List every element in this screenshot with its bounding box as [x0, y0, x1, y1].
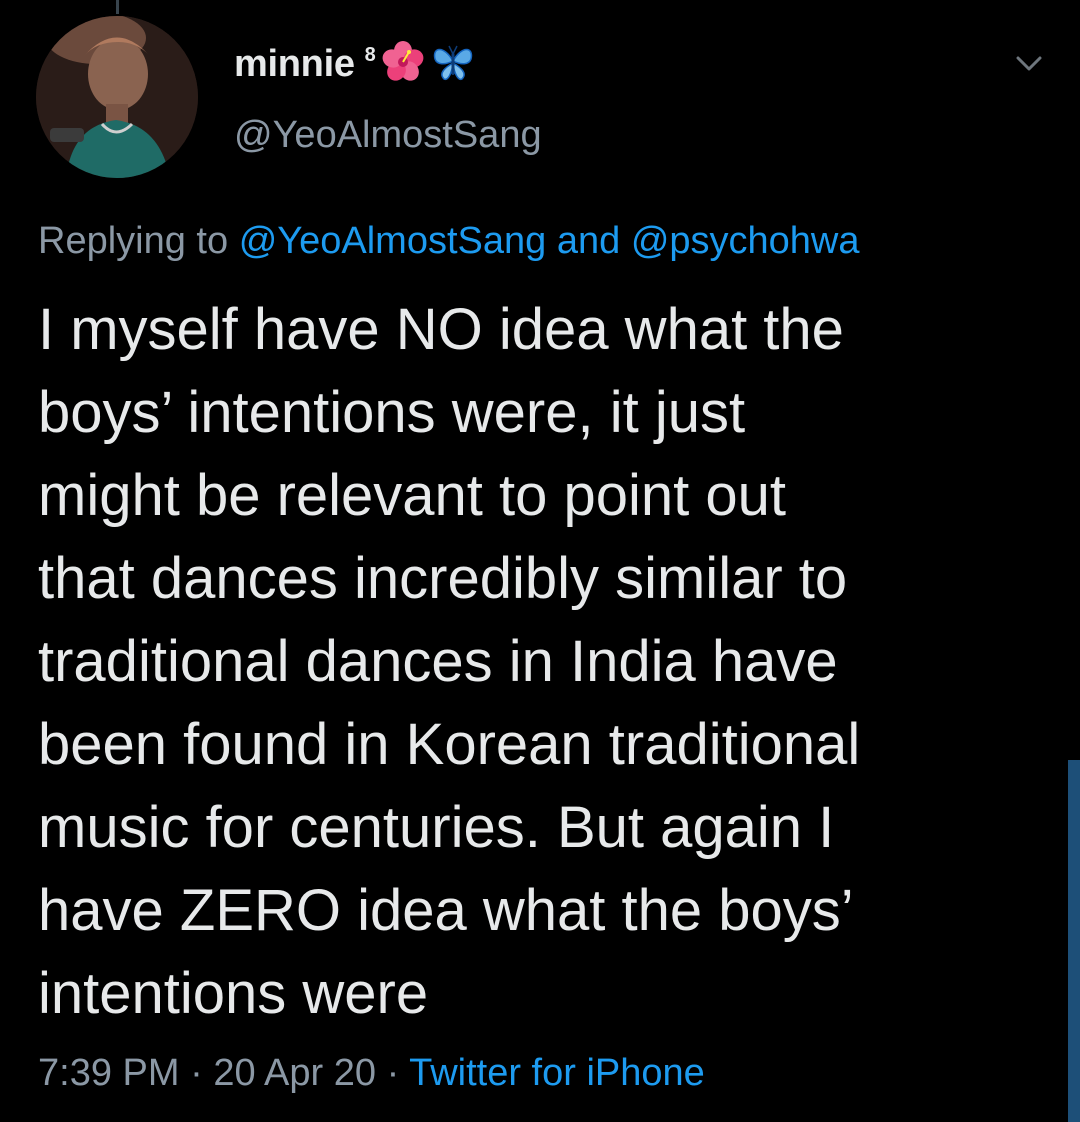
tweet-text: I myself have NO idea what the boys’ int…: [38, 288, 1038, 1035]
meta-separator: ·: [386, 1052, 400, 1094]
tweet-text-line: might be relevant to point out: [38, 463, 787, 528]
tweet-text-line: intentions were: [38, 961, 429, 1026]
chevron-down-icon[interactable]: [1012, 46, 1046, 80]
mention-conjunction[interactable]: and: [557, 220, 620, 262]
scrollbar[interactable]: [1068, 760, 1080, 1122]
tweet-text-line: music for centuries. But again I: [38, 795, 835, 860]
tweet-text-line: been found in Korean traditional: [38, 712, 861, 777]
tweet-metadata: 7:39 PM · 20 Apr 20 · Twitter for iPhone: [38, 1052, 705, 1095]
butterfly-icon: [430, 39, 476, 90]
mention-link[interactable]: @psychohwa: [631, 220, 860, 262]
tweet-text-line: that dances incredibly similar to: [38, 546, 848, 611]
tweet-text-line: I myself have NO idea what the: [38, 297, 844, 362]
thread-connector-line: [116, 0, 119, 14]
tweet-text-line: boys’ intentions were, it just: [38, 380, 746, 445]
tweet-date[interactable]: 20 Apr 20: [213, 1052, 376, 1094]
author-name-superscript: 8: [364, 43, 376, 66]
author-name-row[interactable]: minnie 8: [234, 40, 476, 88]
replying-to: Replying to @YeoAlmostSang and @psychohw…: [38, 220, 860, 263]
tweet-time[interactable]: 7:39 PM: [38, 1052, 180, 1094]
hibiscus-icon: [380, 39, 426, 90]
author-display-name[interactable]: minnie: [234, 43, 355, 86]
avatar[interactable]: [36, 16, 198, 178]
author-handle[interactable]: @YeoAlmostSang: [234, 114, 542, 157]
tweet-text-line: traditional dances in India have: [38, 629, 838, 694]
meta-separator: ·: [190, 1052, 203, 1094]
tweet-text-line: have ZERO idea what the boys’: [38, 878, 854, 943]
mention-link[interactable]: @YeoAlmostSang: [239, 220, 547, 262]
avatar-photo: [36, 16, 198, 178]
replying-to-prefix: Replying to: [38, 220, 229, 262]
tweet-source-link[interactable]: Twitter for iPhone: [409, 1052, 705, 1094]
